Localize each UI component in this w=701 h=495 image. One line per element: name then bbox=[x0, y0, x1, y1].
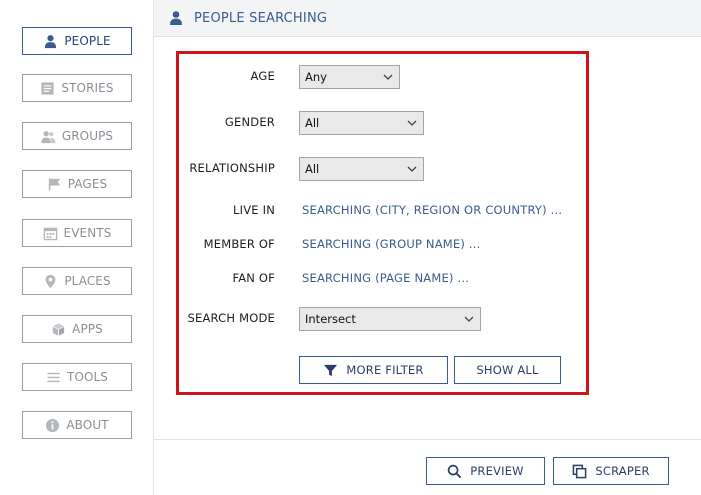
fan-of-search-link[interactable]: SEARCHING (PAGE NAME) ... bbox=[302, 271, 469, 285]
sidebar-item-label: STORIES bbox=[61, 81, 114, 95]
sidebar-item-events[interactable]: EVENTS bbox=[22, 219, 132, 247]
funnel-icon bbox=[324, 364, 338, 376]
show-all-label: SHOW ALL bbox=[476, 363, 539, 377]
more-filter-button[interactable]: MORE FILTER bbox=[299, 356, 448, 384]
groups-icon bbox=[41, 130, 56, 143]
member-of-label: MEMBER OF bbox=[203, 237, 275, 251]
scraper-button[interactable]: SCRAPER bbox=[553, 457, 669, 485]
cube-icon bbox=[53, 322, 65, 336]
live-in-label: LIVE IN bbox=[233, 203, 275, 217]
sidebar-item-label: GROUPS bbox=[61, 129, 114, 143]
person-icon bbox=[45, 34, 57, 48]
sidebar-item-apps[interactable]: APPS bbox=[22, 315, 132, 343]
sidebar-item-about[interactable]: ABOUT bbox=[22, 411, 132, 439]
person-icon bbox=[170, 11, 182, 25]
gender-label: GENDER bbox=[224, 115, 275, 129]
more-filter-label: MORE FILTER bbox=[346, 363, 424, 377]
chevron-down-icon bbox=[464, 316, 474, 322]
relationship-select-value: All bbox=[305, 162, 320, 176]
age-label: AGE bbox=[250, 69, 275, 83]
search-icon bbox=[447, 464, 462, 478]
sidebar-item-label: PLACES bbox=[64, 274, 111, 288]
filter-panel: AGE Any GENDER All RELATIONSHIP All LIVE… bbox=[176, 51, 589, 395]
search-mode-select-value: Intersect bbox=[305, 312, 356, 326]
sidebar-item-label: PEOPLE bbox=[64, 34, 111, 48]
sidebar-item-pages[interactable]: PAGES bbox=[22, 170, 132, 198]
sidebar-item-places[interactable]: PLACES bbox=[22, 267, 132, 295]
show-all-button[interactable]: SHOW ALL bbox=[454, 356, 561, 384]
divider bbox=[154, 439, 701, 440]
sidebar-item-label: PAGES bbox=[67, 177, 108, 191]
sidebar-item-label: EVENTS bbox=[63, 226, 112, 240]
sidebar: PEOPLE STORIES GROUPS PAGES EVENTS PLACE… bbox=[0, 0, 153, 495]
chevron-down-icon bbox=[383, 74, 393, 80]
gender-select-value: All bbox=[305, 116, 320, 130]
search-mode-label: SEARCH MODE bbox=[187, 311, 275, 325]
age-select-value: Any bbox=[305, 70, 327, 84]
main-panel: PEOPLE SEARCHING AGE Any GENDER All RELA… bbox=[153, 0, 701, 495]
sidebar-item-tools[interactable]: TOOLS bbox=[22, 363, 132, 391]
age-select[interactable]: Any bbox=[299, 65, 400, 89]
search-mode-select[interactable]: Intersect bbox=[299, 307, 481, 331]
location-pin-icon bbox=[45, 274, 56, 288]
sidebar-item-groups[interactable]: GROUPS bbox=[22, 122, 132, 150]
sidebar-item-people[interactable]: PEOPLE bbox=[22, 27, 132, 55]
stories-icon bbox=[41, 81, 54, 95]
gender-select[interactable]: All bbox=[299, 111, 424, 135]
chevron-down-icon bbox=[407, 166, 417, 172]
live-in-search-link[interactable]: SEARCHING (CITY, REGION OR COUNTRY) ... bbox=[302, 203, 562, 217]
relationship-select[interactable]: All bbox=[299, 157, 424, 181]
sidebar-item-label: TOOLS bbox=[66, 370, 109, 384]
menu-lines-icon bbox=[47, 372, 60, 382]
sidebar-item-stories[interactable]: STORIES bbox=[22, 74, 132, 102]
relationship-label: RELATIONSHIP bbox=[189, 161, 275, 175]
fan-of-label: FAN OF bbox=[232, 271, 275, 285]
member-of-search-link[interactable]: SEARCHING (GROUP NAME) ... bbox=[302, 237, 481, 251]
panel-header: PEOPLE SEARCHING bbox=[154, 0, 701, 37]
scraper-label: SCRAPER bbox=[595, 464, 650, 478]
sidebar-item-label: ABOUT bbox=[66, 418, 109, 432]
sidebar-item-label: APPS bbox=[72, 322, 103, 336]
chevron-down-icon bbox=[407, 120, 417, 126]
flag-icon bbox=[48, 177, 60, 191]
preview-button[interactable]: PREVIEW bbox=[426, 457, 545, 485]
calendar-icon bbox=[43, 227, 57, 240]
copy-icon bbox=[573, 464, 587, 478]
page-title: PEOPLE SEARCHING bbox=[194, 10, 328, 26]
info-icon bbox=[46, 418, 60, 432]
preview-label: PREVIEW bbox=[470, 464, 524, 478]
